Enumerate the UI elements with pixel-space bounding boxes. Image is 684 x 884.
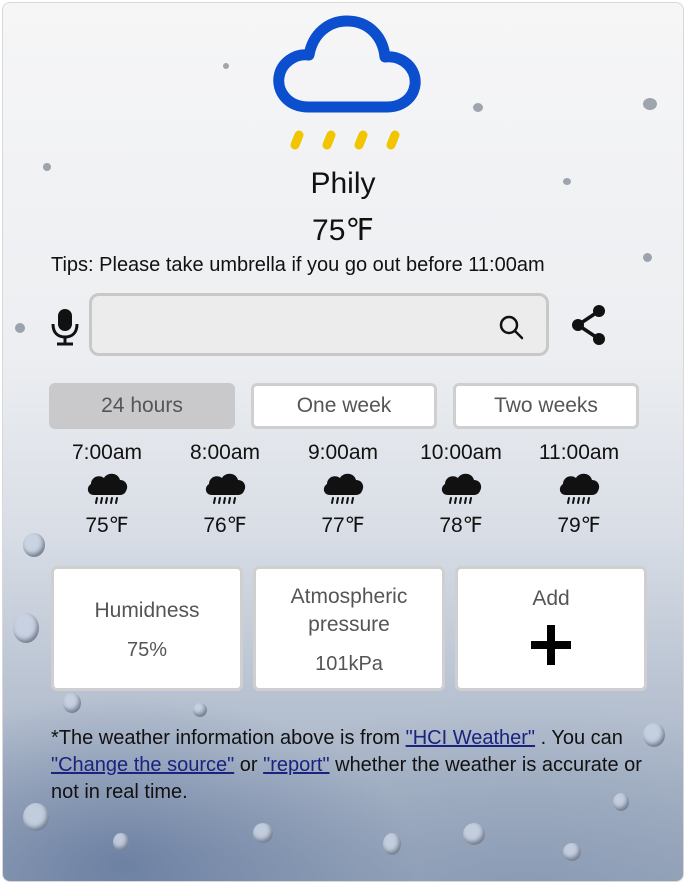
search-box xyxy=(89,293,549,356)
hci-weather-link[interactable]: "HCI Weather" xyxy=(406,727,535,749)
humidity-label: Humidness xyxy=(94,599,200,622)
note-text: . You can xyxy=(535,727,623,749)
pressure-value: 101kPa xyxy=(315,653,383,675)
humidity-card[interactable]: Humidness 75% xyxy=(51,566,243,691)
tab-two-weeks[interactable]: Two weeks xyxy=(453,383,639,429)
hour-time: 11:00am xyxy=(538,441,620,464)
hourly-item: 7:00am 75℉ xyxy=(57,439,157,538)
source-note: *The weather information above is from "… xyxy=(51,725,651,806)
rain-cloud-icon xyxy=(273,15,421,150)
hour-temperature: 78℉ xyxy=(439,514,483,537)
pressure-label: pressure xyxy=(308,613,390,636)
plus-icon xyxy=(531,625,571,665)
note-text: *The weather information above is from xyxy=(51,727,406,749)
rain-cloud-icon xyxy=(441,473,482,504)
hour-temperature: 76℉ xyxy=(203,514,247,537)
hour-temperature: 77℉ xyxy=(321,514,365,537)
hour-time: 7:00am xyxy=(71,441,143,464)
hourly-item: 8:00am 76℉ xyxy=(175,439,275,538)
share-icon[interactable] xyxy=(569,303,609,347)
hourly-item: 10:00am 78℉ xyxy=(411,439,511,538)
hourly-item: 9:00am 77℉ xyxy=(293,439,393,538)
hour-time: 10:00am xyxy=(420,441,502,464)
add-card-button[interactable]: Add xyxy=(455,566,647,691)
report-link[interactable]: "report" xyxy=(263,754,329,776)
pressure-label: Atmospheric xyxy=(290,585,408,608)
search-input[interactable] xyxy=(104,304,498,346)
search-icon[interactable] xyxy=(498,314,524,340)
humidity-value: 75% xyxy=(126,639,168,661)
rain-cloud-icon xyxy=(205,473,246,504)
hour-time: 9:00am xyxy=(307,441,379,464)
hour-temperature: 79℉ xyxy=(557,514,601,537)
hour-time: 8:00am xyxy=(189,441,261,464)
weather-tip: Tips: Please take umbrella if you go out… xyxy=(51,254,545,276)
pressure-card[interactable]: Atmospheric pressure 101kPa xyxy=(253,566,445,691)
add-label: Add xyxy=(532,587,570,610)
note-text: or xyxy=(234,754,264,776)
tab-24-hours[interactable]: 24 hours xyxy=(49,383,235,429)
rain-cloud-icon xyxy=(559,473,600,504)
current-temperature: 75℉ xyxy=(312,214,374,247)
rain-cloud-icon xyxy=(87,473,128,504)
change-source-link[interactable]: "Change the source" xyxy=(51,754,234,776)
microphone-icon[interactable] xyxy=(48,307,82,347)
weather-app: Phily 75℉ Tips: Please take umbrella if … xyxy=(2,2,684,882)
hourly-item: 11:00am 79℉ xyxy=(529,439,629,538)
rain-cloud-icon xyxy=(323,473,364,504)
city-name: Phily xyxy=(310,167,376,200)
tab-one-week[interactable]: One week xyxy=(251,383,437,429)
hour-temperature: 75℉ xyxy=(85,514,129,537)
